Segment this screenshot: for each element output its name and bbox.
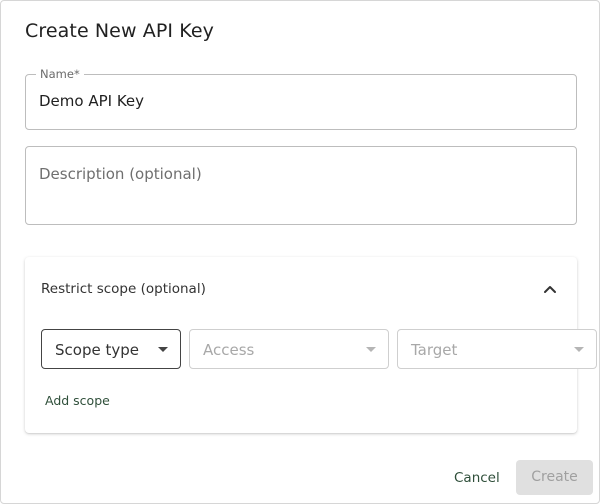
required-marker: * [73,67,80,81]
description-input[interactable]: Description (optional) [39,165,202,183]
create-api-key-dialog: Create New API Key Name* Demo API Key De… [0,0,600,504]
caret-down-icon [574,347,584,352]
name-field-label: Name* [36,67,84,81]
caret-down-icon [158,347,168,352]
restrict-scope-header[interactable]: Restrict scope (optional) [25,257,577,321]
scope-type-placeholder: Scope type [55,341,139,359]
restrict-scope-title: Restrict scope (optional) [41,281,206,297]
cancel-button[interactable]: Cancel [454,470,500,486]
create-button[interactable]: Create [516,460,593,495]
chevron-up-icon[interactable] [543,282,557,296]
target-placeholder: Target [411,341,458,359]
description-field[interactable]: Description (optional) [25,146,577,225]
restrict-scope-panel: Restrict scope (optional) Scope type Acc… [25,257,597,433]
caret-down-icon [366,347,376,352]
name-label-text: Name [40,67,74,81]
target-select[interactable]: Target [397,329,597,369]
add-scope-button[interactable]: Add scope [41,391,114,410]
name-input[interactable]: Demo API Key [39,92,144,110]
access-select[interactable]: Access [189,329,389,369]
scope-type-select[interactable]: Scope type [41,329,181,369]
access-placeholder: Access [203,341,255,359]
dialog-title: Create New API Key [25,20,214,42]
name-field[interactable]: Name* Demo API Key [25,67,577,130]
